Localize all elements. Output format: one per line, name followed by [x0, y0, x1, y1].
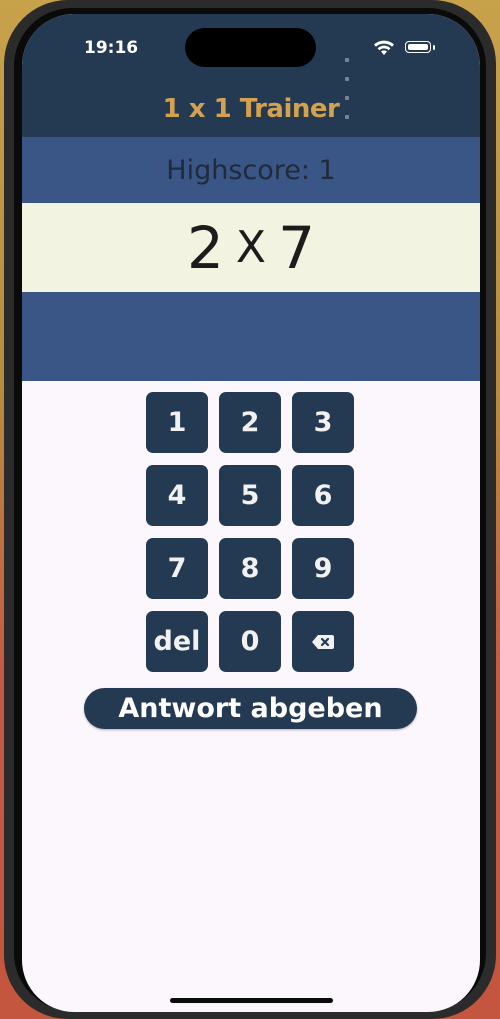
key-2[interactable]: 2	[219, 392, 281, 453]
battery-cap	[433, 45, 435, 50]
app-screen: 19:16 1 x 1 Trainer Highscore: 1 2 X 7 1	[22, 14, 480, 1012]
home-indicator[interactable]	[170, 998, 333, 1003]
question-factor-b: 7	[278, 213, 315, 282]
key-1[interactable]: 1	[146, 392, 208, 453]
highscore-bar: Highscore: 1	[22, 137, 480, 203]
highscore-label: Highscore: 1	[166, 154, 336, 186]
app-header: 19:16 1 x 1 Trainer	[22, 14, 480, 137]
backspace-button[interactable]	[292, 611, 354, 672]
status-time: 19:16	[84, 38, 139, 58]
battery-icon	[405, 41, 431, 53]
key-del[interactable]: del	[146, 611, 208, 672]
backspace-icon	[312, 634, 334, 649]
page-title: 1 x 1 Trainer	[162, 94, 340, 124]
question-operator: X	[235, 222, 267, 273]
key-3[interactable]: 3	[292, 392, 354, 453]
key-4[interactable]: 4	[146, 465, 208, 526]
answer-display	[22, 292, 480, 381]
submit-answer-button[interactable]: Antwort abgeben	[84, 688, 417, 729]
question-factor-a: 2	[187, 213, 224, 282]
key-0[interactable]: 0	[219, 611, 281, 672]
question-display: 2 X 7	[22, 203, 480, 292]
key-8[interactable]: 8	[219, 538, 281, 599]
dynamic-island	[185, 28, 316, 67]
key-5[interactable]: 5	[219, 465, 281, 526]
key-9[interactable]: 9	[292, 538, 354, 599]
wifi-icon	[374, 40, 394, 55]
key-6[interactable]: 6	[292, 465, 354, 526]
key-7[interactable]: 7	[146, 538, 208, 599]
